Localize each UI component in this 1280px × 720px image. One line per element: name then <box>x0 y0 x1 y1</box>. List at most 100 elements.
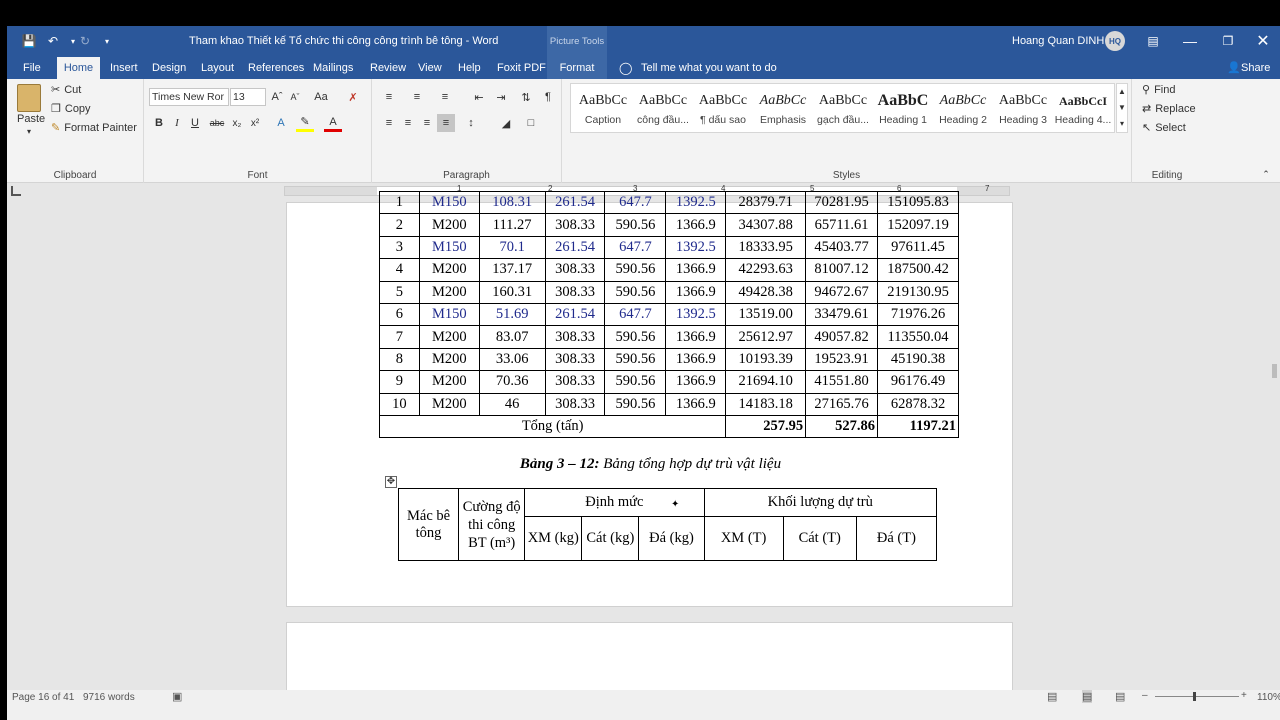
font-size-field[interactable]: 13 <box>230 88 266 106</box>
style-heading-3[interactable]: AaBbCc Heading 3 <box>993 88 1053 138</box>
format-painter-button[interactable]: Format Painter <box>64 122 137 134</box>
subscript-icon[interactable]: x₂ <box>228 114 246 132</box>
redo-icon[interactable]: ↻ <box>77 33 93 49</box>
tab-selector-icon[interactable] <box>11 186 21 196</box>
tab-home[interactable]: Home <box>57 57 100 79</box>
find-button[interactable]: Find <box>1154 84 1175 96</box>
ribbon-display-options-icon[interactable]: ▤ <box>1134 26 1172 56</box>
show-marks-icon[interactable]: ¶ <box>539 88 557 106</box>
style-heading-4[interactable]: AaBbCcI Heading 4... <box>1053 88 1113 138</box>
styles-scroll[interactable]: ▲ ▼ ▾ <box>1116 83 1128 133</box>
grow-font-icon[interactable]: Aˆ <box>268 88 286 106</box>
style-caption[interactable]: AaBbCc Caption <box>573 88 633 138</box>
tab-review[interactable]: Review <box>370 56 406 79</box>
text-effects-icon[interactable]: A <box>272 114 290 132</box>
save-icon[interactable]: 💾 <box>21 33 37 49</box>
align-center-icon[interactable]: ≡ <box>399 114 417 132</box>
tab-layout[interactable]: Layout <box>201 56 234 79</box>
tab-insert[interactable]: Insert <box>110 56 138 79</box>
font-name-field[interactable]: Times New Ror <box>149 88 229 106</box>
change-case-icon[interactable]: Aa <box>312 88 330 106</box>
select-button[interactable]: Select <box>1155 122 1186 134</box>
style-gach-dau[interactable]: AaBbCc gạch đầu... <box>813 88 873 138</box>
minimize-icon[interactable]: — <box>1171 26 1209 56</box>
decrease-indent-icon[interactable]: ⇤ <box>470 88 488 106</box>
avatar[interactable]: HQ <box>1105 31 1125 51</box>
share-button[interactable]: Share <box>1241 56 1270 79</box>
style-heading-2[interactable]: AaBbCc Heading 2 <box>933 88 993 138</box>
zoom-slider[interactable] <box>1155 696 1239 697</box>
replace-button[interactable]: Replace <box>1155 103 1195 115</box>
zoom-slider-thumb[interactable] <box>1193 692 1196 701</box>
collapse-ribbon-icon[interactable]: ⌃ <box>1257 165 1275 183</box>
superscript-icon[interactable]: x² <box>246 114 264 132</box>
clipboard-label: Clipboard <box>53 170 97 181</box>
sort-icon[interactable]: ⇅ <box>517 88 535 106</box>
highlight-icon[interactable]: ✎ <box>296 114 314 132</box>
line-spacing-icon[interactable]: ↕ <box>462 114 480 132</box>
vertical-scrollbar[interactable] <box>1269 184 1280 690</box>
material-summary-table[interactable]: Mác bê tông Cường độ thi công BT (m³) Đị… <box>397 488 938 561</box>
justify-icon[interactable]: ≡ <box>437 114 455 132</box>
table-cell: 590.56 <box>604 347 667 372</box>
align-left-icon[interactable]: ≡ <box>380 114 398 132</box>
close-icon[interactable]: ✕ <box>1244 26 1280 56</box>
style-emphasis[interactable]: AaBbCc Emphasis <box>753 88 813 138</box>
proofing-icon[interactable]: ▣ <box>172 690 182 703</box>
font-color-icon[interactable]: A <box>324 114 342 132</box>
web-layout-icon[interactable]: ▤ <box>1115 690 1125 703</box>
increase-indent-icon[interactable]: ⇥ <box>492 88 510 106</box>
tab-mailings[interactable]: Mailings <box>313 56 353 79</box>
read-mode-icon[interactable]: ▤ <box>1047 690 1057 703</box>
word-count[interactable]: 9716 words <box>83 692 135 703</box>
table-cell: 2 <box>379 213 420 237</box>
table-cell: 1366.9 <box>665 280 727 304</box>
tell-me-search[interactable]: Tell me what you want to do <box>641 56 777 79</box>
shrink-font-icon[interactable]: Aˇ <box>286 88 304 106</box>
tab-file[interactable]: File <box>23 56 41 79</box>
multilevel-list-icon[interactable]: ≡ <box>436 88 454 106</box>
tab-design[interactable]: Design <box>152 56 186 79</box>
italic-icon[interactable]: I <box>168 114 186 132</box>
underline-icon[interactable]: U <box>186 114 204 132</box>
clear-formatting-icon[interactable]: ✗ <box>344 88 362 106</box>
shading-icon[interactable]: ◢ <box>497 114 515 132</box>
bold-icon[interactable]: B <box>150 114 168 132</box>
maximize-icon[interactable]: ❐ <box>1209 26 1247 56</box>
scroll-thumb[interactable] <box>1272 364 1277 378</box>
table-cell: 111.27 <box>478 213 546 237</box>
total-cell: 1197.21 <box>877 414 959 439</box>
bullets-icon[interactable]: ≡ <box>380 88 398 106</box>
zoom-level[interactable]: 110% <box>1257 692 1280 703</box>
style-cong-dau[interactable]: AaBbCc công đầu... <box>633 88 693 138</box>
copy-button[interactable]: Copy <box>65 103 91 115</box>
tab-format[interactable]: Format <box>547 56 607 79</box>
paste-icon[interactable] <box>17 84 41 112</box>
table-move-handle-icon[interactable]: ✥ <box>385 476 397 488</box>
numbering-icon[interactable]: ≡ <box>408 88 426 106</box>
undo-icon[interactable]: ↶ <box>45 33 61 49</box>
paste-dropdown-icon[interactable]: ▾ <box>27 127 31 136</box>
style-heading-1[interactable]: AaBbC Heading 1 <box>873 88 933 138</box>
tab-help[interactable]: Help <box>458 56 481 79</box>
tab-foxit-pdf[interactable]: Foxit PDF <box>497 56 546 79</box>
page-count[interactable]: Page 16 of 41 <box>12 692 74 703</box>
style-dau-sao[interactable]: AaBbCc ¶ dấu sao <box>693 88 753 138</box>
zoom-in-icon[interactable]: + <box>1241 690 1247 701</box>
document-page[interactable] <box>286 622 1013 690</box>
customize-qat-icon[interactable]: ▾ <box>99 33 115 49</box>
zoom-out-icon[interactable]: – <box>1142 690 1148 701</box>
align-right-icon[interactable]: ≡ <box>418 114 436 132</box>
document-page[interactable]: 1 M150 108.31 261.54 647.7 1392.5 28379.… <box>286 190 1013 607</box>
strikethrough-icon[interactable]: abc <box>208 114 226 132</box>
cut-button[interactable]: Cut <box>64 84 81 96</box>
paste-button[interactable]: Paste <box>17 113 45 125</box>
tab-references[interactable]: References <box>248 56 304 79</box>
table-cell: 45403.77 <box>805 235 879 260</box>
concrete-volume-table[interactable]: 1 M150 108.31 261.54 647.7 1392.5 28379.… <box>378 190 959 439</box>
user-name[interactable]: Hoang Quan DINH <box>1012 26 1104 56</box>
share-icon[interactable]: 👤 <box>1227 56 1241 79</box>
borders-icon[interactable]: □ <box>522 114 540 132</box>
print-layout-icon[interactable]: ▤ <box>1082 690 1093 703</box>
tab-view[interactable]: View <box>418 56 442 79</box>
